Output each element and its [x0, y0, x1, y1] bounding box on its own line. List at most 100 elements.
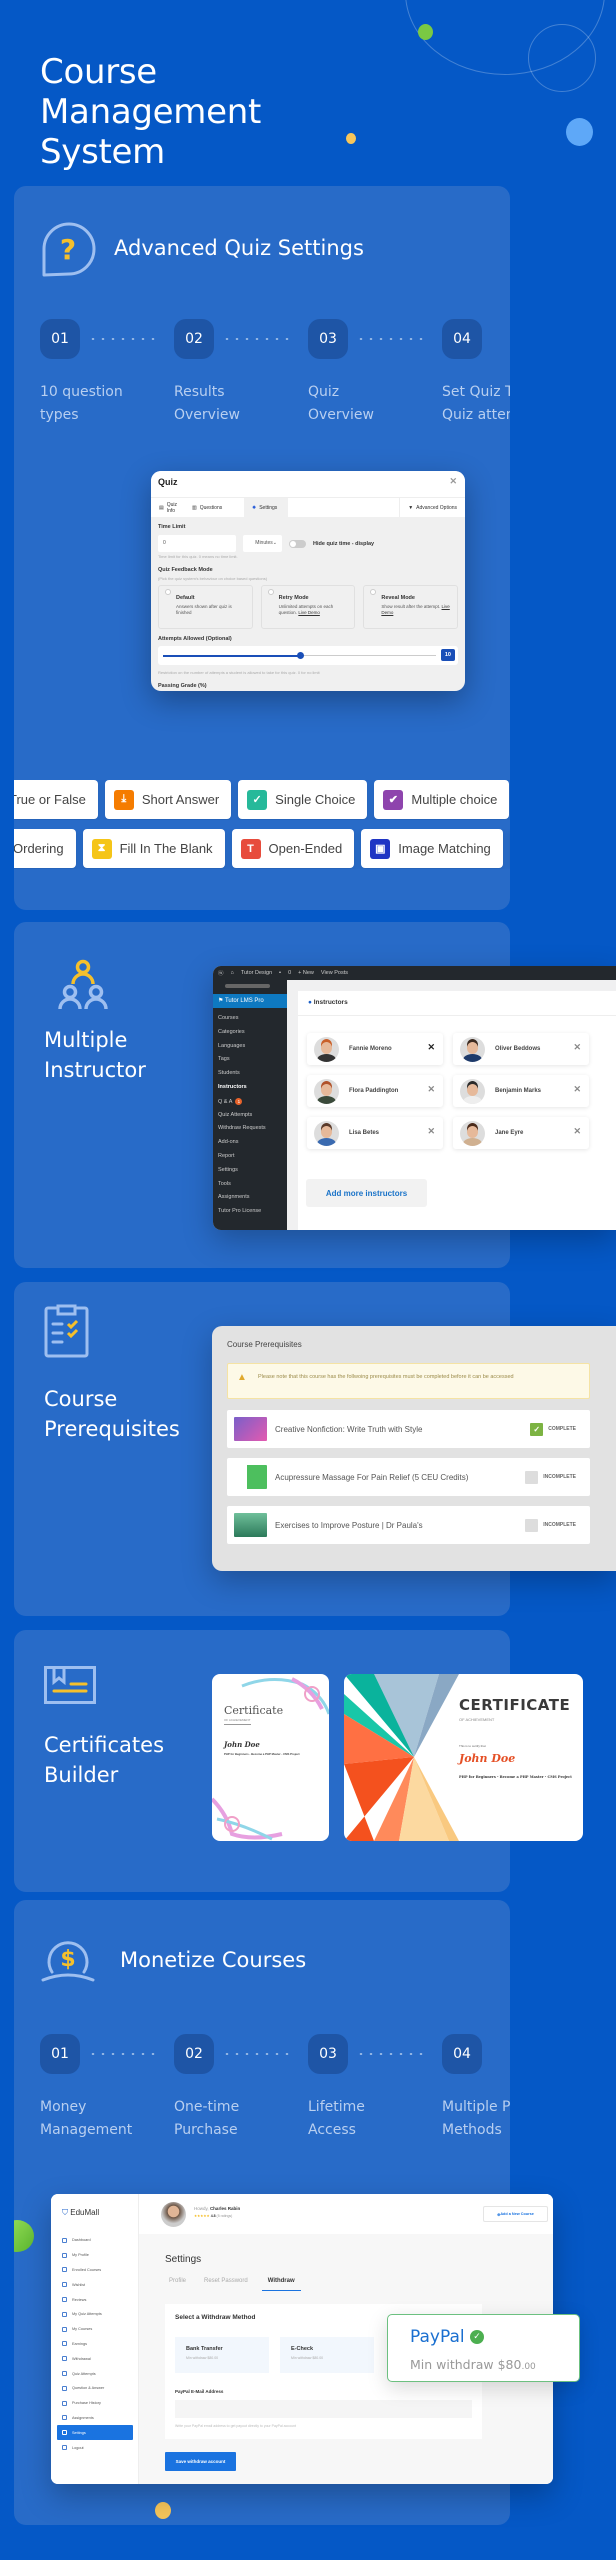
tab-profile[interactable]: Profile	[165, 2278, 190, 2291]
remove-icon[interactable]: ✕	[573, 1126, 581, 1137]
hide-time-toggle[interactable]	[289, 539, 306, 548]
method-bank-transfer[interactable]: Bank Transfer Min withdraw $80.00	[175, 2337, 269, 2373]
wp-menu-item[interactable]: Categories	[213, 1026, 287, 1040]
question-type-chip[interactable]: ▣ Image Matching	[361, 829, 503, 868]
edumall-logo[interactable]: ⛉ EduMall	[62, 2208, 99, 2218]
tab-advanced-options[interactable]: ▼ Advanced Options	[399, 498, 465, 517]
wp-menu-item[interactable]: Instructors	[213, 1081, 287, 1095]
certify-text: This is to certify that	[459, 1744, 486, 1748]
remove-icon[interactable]: ✕	[427, 1084, 435, 1095]
dashboard-nav-item[interactable]: Enrolled Courses	[57, 2263, 133, 2278]
dashboard-nav-item[interactable]: Logout	[57, 2440, 133, 2455]
tab-questions[interactable]: ▥ Questions	[184, 498, 244, 517]
wp-menu-item[interactable]: Tools	[213, 1178, 287, 1192]
wp-admin-instructors-panel: ⓦ ⌂ Tutor Design ▪ 0 + New View Posts ⚑ Tu…	[213, 966, 616, 1230]
wp-menu-item[interactable]: Tags	[213, 1053, 287, 1067]
wp-menu-item[interactable]: Add-ons	[213, 1136, 287, 1150]
radio-button[interactable]	[165, 589, 171, 595]
wp-menu-item[interactable]: Report	[213, 1150, 287, 1164]
dashboard-nav-item[interactable]: Earnings	[57, 2337, 133, 2352]
mode-reveal-option[interactable]: Reveal Mode Show result after the attempt…	[363, 585, 459, 629]
dashboard-nav-item[interactable]: Dashboard	[57, 2233, 133, 2248]
step-number: 01	[40, 2034, 80, 2074]
prerequisite-course-row[interactable]: Creative Nonfiction: Write Truth with St…	[227, 1410, 590, 1448]
radio-button[interactable]	[267, 589, 274, 595]
recipient-name: John Doe	[224, 1740, 260, 1749]
question-type-chip[interactable]: T Open-Ended	[231, 829, 355, 868]
question-type-chip[interactable]: ⤓ Short Answer	[104, 780, 232, 819]
paypal-method-card[interactable]: PayPal ✓ Min withdraw $80.00	[387, 2314, 580, 2382]
modal-tabs: ▤ Quiz Info ▥ Questions ✹ Settings ▼ Advance…	[151, 497, 465, 517]
step-label: Lifetime Access	[308, 2099, 365, 2138]
dashboard-nav-item[interactable]: Quiz Attempts	[57, 2366, 133, 2381]
nav-icon	[62, 2341, 67, 2347]
remove-icon[interactable]: ✕	[573, 1084, 581, 1095]
live-demo-link[interactable]: Live Demo	[298, 610, 320, 615]
question-type-chip[interactable]: ✔ Multiple choice	[374, 780, 510, 819]
wp-menu-item[interactable]: Languages	[213, 1040, 287, 1054]
wp-menu-item[interactable]: Tutor Pro License	[213, 1205, 287, 1219]
method-e-check[interactable]: E-Check Min withdraw $80.00	[280, 2337, 374, 2373]
radio-button[interactable]	[370, 589, 377, 595]
step-item: 03 Lifetime Access	[308, 2034, 426, 2142]
mode-retry-option[interactable]: Retry Mode Unlimited attempts on each que…	[260, 585, 356, 629]
tab-withdraw[interactable]: Withdraw	[261, 2278, 301, 2291]
tab-quiz-info[interactable]: ▤ Quiz Info	[151, 498, 184, 517]
dashboard-nav-item[interactable]: My Quiz Attempts	[57, 2307, 133, 2322]
nav-icon	[62, 2252, 67, 2258]
instructors-panel: ● Instructors Fannie Moreno ✕ Oliver Beddo…	[298, 991, 616, 1230]
dashboard-nav-item[interactable]: My Courses	[57, 2322, 133, 2337]
add-instructors-button[interactable]: Add more instructors	[306, 1179, 427, 1207]
panel-title: Instructors	[313, 999, 348, 1006]
remove-icon[interactable]: ✕	[427, 1126, 435, 1137]
certificate-heading: CERTIFICATE	[459, 1696, 571, 1714]
tutor-lms-menu[interactable]: ⚑ Tutor LMS Pro	[213, 994, 287, 1008]
step-number: 03	[308, 2034, 348, 2074]
dashboard-nav-item[interactable]: My Profile	[57, 2248, 133, 2263]
wp-menu-item[interactable]: Assignments	[213, 1191, 287, 1205]
close-icon[interactable]: ✕	[449, 476, 457, 487]
tab-reset-password[interactable]: Reset Password	[204, 2278, 248, 2291]
nav-icon	[62, 2415, 67, 2421]
wordpress-icon[interactable]: ⓦ	[218, 969, 224, 977]
nav-icon	[62, 2282, 67, 2288]
save-withdraw-button[interactable]: Save withdraw account	[165, 2452, 236, 2471]
mode-default-option[interactable]: Default Answers shown after quiz is finis…	[158, 585, 253, 629]
dashboard-nav-item[interactable]: Withdrawal	[57, 2351, 133, 2366]
dashboard-nav-item[interactable]: Wishlist	[57, 2277, 133, 2292]
step-label: Set Quiz Timers & Quiz attempts	[442, 384, 510, 423]
wp-menu-item[interactable]: Settings	[213, 1164, 287, 1178]
paypal-email-input[interactable]	[175, 2400, 472, 2418]
tab-settings[interactable]: ✹ Settings	[244, 498, 288, 517]
wp-menu-item[interactable]: Withdraw Requests	[213, 1122, 287, 1136]
time-limit-input[interactable]: 0	[158, 535, 236, 552]
time-limit-label: Time Limit	[158, 524, 186, 530]
dashboard-header: Howdy, Charles Rabin ★★★★★ 4.8 (5 rating…	[139, 2194, 553, 2234]
feedback-mode-label: Quiz Feedback Mode	[158, 567, 213, 573]
certificate-template-landscape[interactable]: CERTIFICATE OF ACHIEVEMENT This is to ce…	[344, 1674, 583, 1841]
question-type-chip[interactable]: ◐True or False	[14, 780, 98, 819]
section-title: Advanced Quiz Settings	[114, 236, 364, 260]
dashboard-nav-item[interactable]: Purchase History	[57, 2396, 133, 2411]
wp-menu-item[interactable]: Quiz Attempts	[213, 1109, 287, 1123]
dashboard-nav-item[interactable]: Reviews	[57, 2292, 133, 2307]
prerequisite-course-row[interactable]: Acupressure Massage For Pain Relief (5 C…	[227, 1458, 590, 1496]
slider-handle[interactable]	[296, 652, 304, 659]
prerequisite-course-row[interactable]: Exercises to Improve Posture | Dr Paula'…	[227, 1506, 590, 1544]
question-type-chip[interactable]: ≡Ordering	[14, 829, 76, 868]
question-type-chip[interactable]: ⧗ Fill In The Blank	[82, 829, 225, 868]
images-icon: ▣	[370, 838, 391, 859]
remove-icon[interactable]: ✕	[427, 1042, 435, 1053]
dashboard-nav-item[interactable]: Question & Answer	[57, 2381, 133, 2396]
question-type-chip[interactable]: ✓ Single Choice	[238, 780, 368, 819]
add-course-button[interactable]: ⊕ Add a New Course	[483, 2206, 548, 2222]
time-unit-select[interactable]: Minutes⌄	[243, 535, 282, 552]
remove-icon[interactable]: ✕	[573, 1042, 581, 1053]
wp-menu-item[interactable]: Students	[213, 1067, 287, 1081]
certificate-template-portrait[interactable]: Certificate OF ACHIEVEMENT John Doe PHP …	[212, 1674, 329, 1841]
attempts-slider[interactable]: 10	[158, 646, 458, 665]
dashboard-nav-item[interactable]: Assignments	[57, 2411, 133, 2426]
wp-menu-item[interactable]: Courses	[213, 1012, 287, 1026]
wp-menu-item[interactable]: Q & A1	[213, 1095, 287, 1109]
dashboard-nav-item[interactable]: Settings	[57, 2425, 133, 2441]
